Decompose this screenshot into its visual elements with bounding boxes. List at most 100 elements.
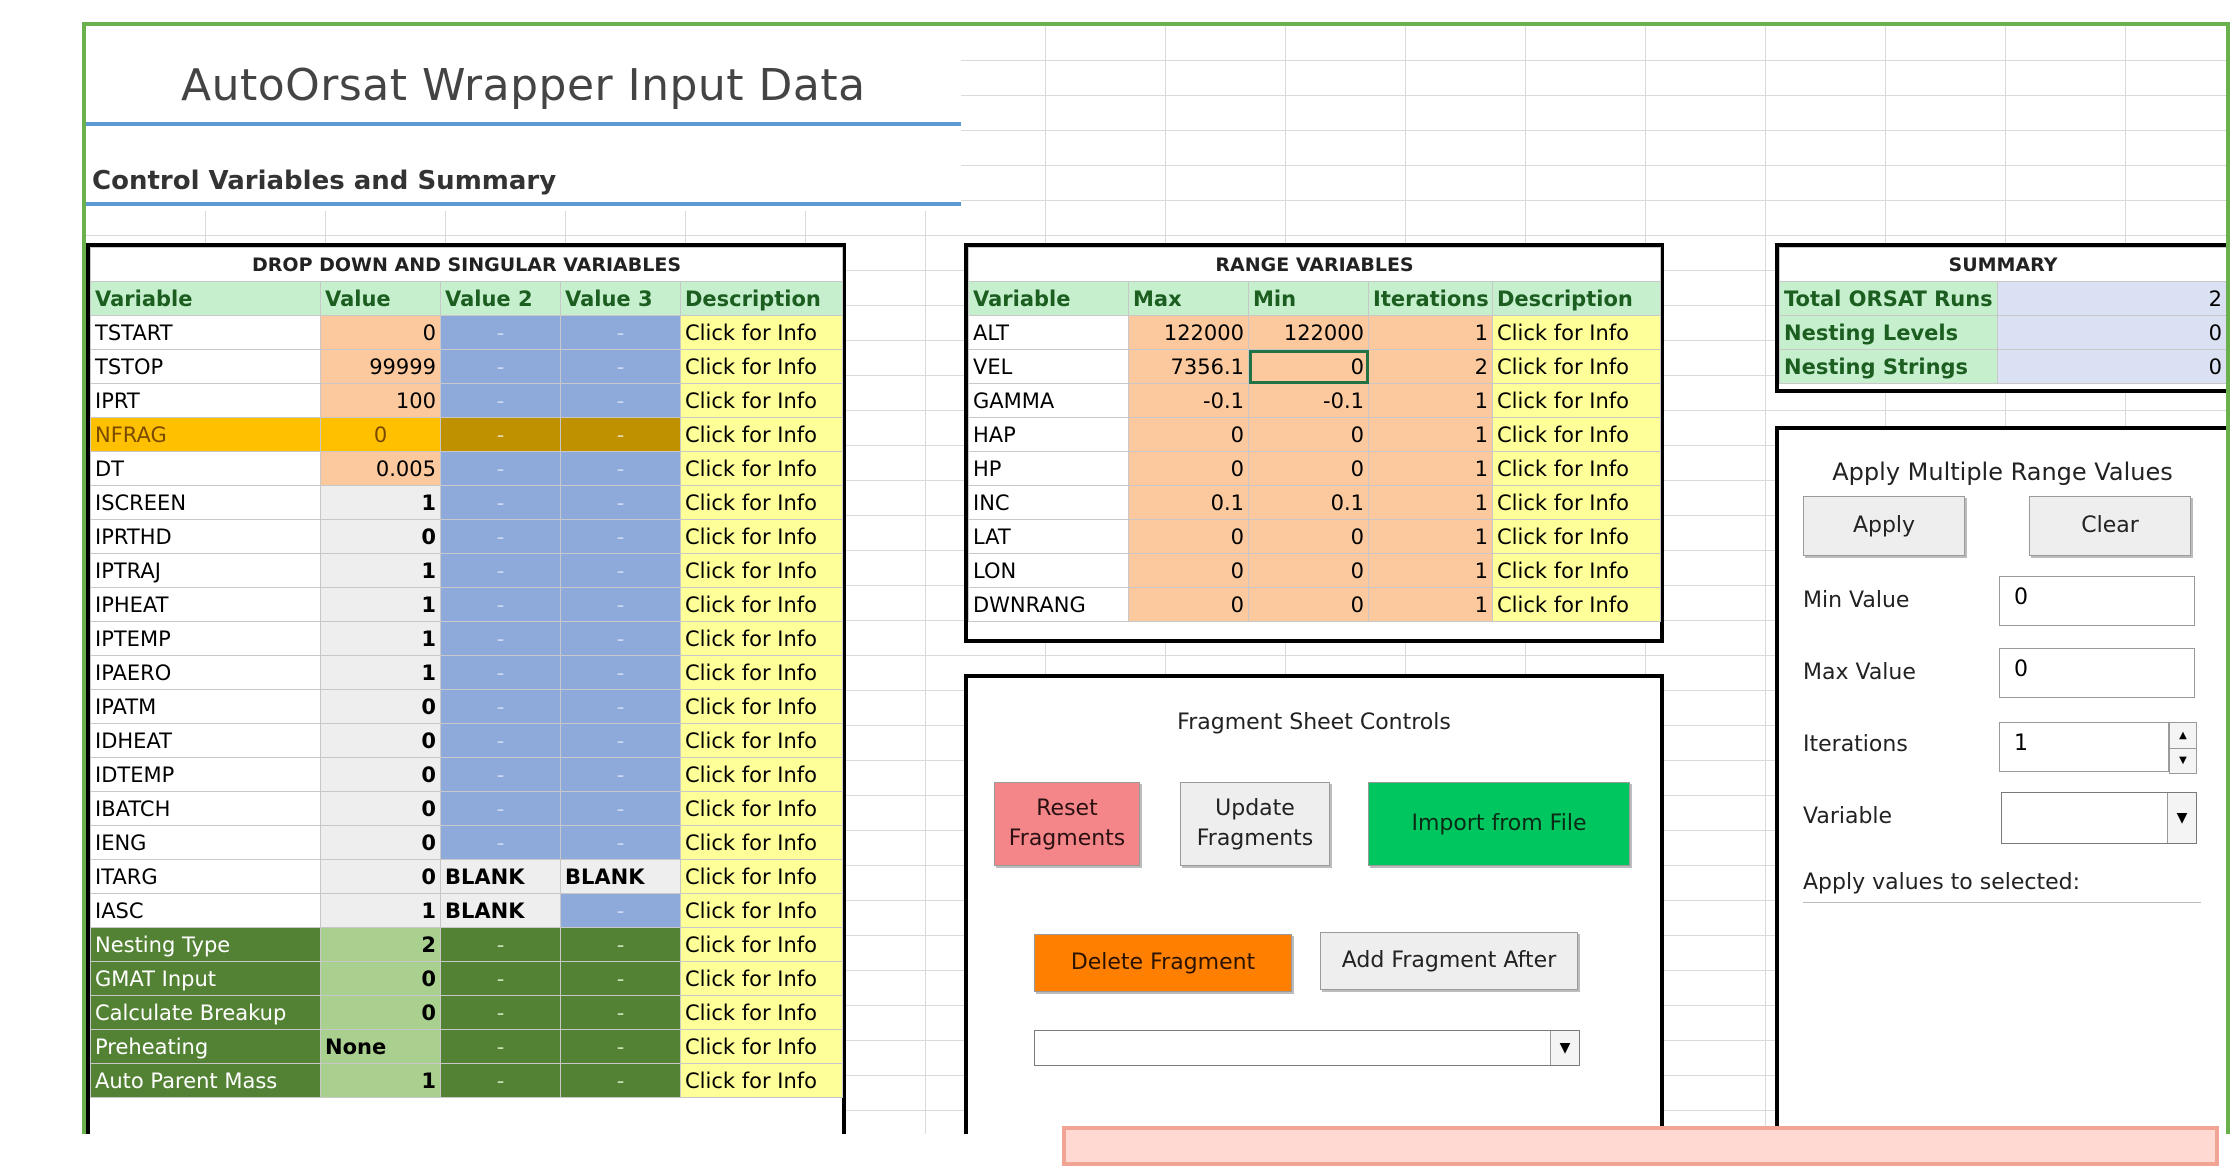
range-max-cell[interactable]: -0.1 bbox=[1128, 383, 1249, 418]
fragment-select[interactable]: ▼ bbox=[1034, 1030, 1580, 1066]
variable-v3-cell[interactable]: - bbox=[560, 655, 681, 690]
click-for-info-link[interactable]: Click for Info bbox=[679, 349, 844, 384]
click-for-info-link[interactable]: Click for Info bbox=[679, 621, 844, 656]
range-iterations-cell[interactable]: 1 bbox=[1368, 485, 1493, 520]
variable-value-cell[interactable]: 0 bbox=[320, 315, 441, 350]
click-for-info-link[interactable]: Click for Info bbox=[679, 485, 844, 520]
click-for-info-link[interactable]: Click for Info bbox=[679, 825, 844, 860]
import-from-file-button[interactable]: Import from File bbox=[1368, 782, 1630, 866]
variable-v2-cell[interactable]: - bbox=[440, 519, 561, 554]
variable-v2-cell[interactable]: BLANK bbox=[440, 859, 561, 894]
variable-v2-cell[interactable]: BLANK bbox=[440, 893, 561, 928]
clear-button[interactable]: Clear bbox=[2029, 496, 2191, 556]
click-for-info-link[interactable]: Click for Info bbox=[679, 587, 844, 622]
variable-v2-cell[interactable]: - bbox=[440, 349, 561, 384]
variable-value-cell[interactable]: 1 bbox=[320, 621, 441, 656]
variable-v3-cell[interactable]: - bbox=[560, 689, 681, 724]
selected-variables-list[interactable] bbox=[1803, 902, 2201, 1089]
variable-value-cell[interactable]: 0 bbox=[320, 791, 441, 826]
variable-v2-cell[interactable]: - bbox=[440, 689, 561, 724]
click-for-info-link[interactable]: Click for Info bbox=[679, 553, 844, 588]
click-for-info-link[interactable]: Click for Info bbox=[679, 893, 844, 928]
variable-value-cell[interactable]: 1 bbox=[320, 655, 441, 690]
variable-v3-cell[interactable]: - bbox=[560, 1029, 681, 1064]
click-for-info-link[interactable]: Click for Info bbox=[679, 723, 844, 758]
max-value-input[interactable]: 0 bbox=[1999, 648, 2195, 698]
variable-value-cell[interactable]: 0 bbox=[320, 757, 441, 792]
variable-value-cell[interactable]: 1 bbox=[320, 553, 441, 588]
click-for-info-link[interactable]: Click for Info bbox=[679, 859, 844, 894]
variable-value-cell[interactable]: 0 bbox=[320, 417, 441, 452]
range-min-cell[interactable]: 0 bbox=[1248, 417, 1369, 452]
click-for-info-link[interactable]: Click for Info bbox=[679, 1063, 844, 1098]
range-max-cell[interactable]: 0 bbox=[1128, 519, 1249, 554]
range-max-cell[interactable]: 0 bbox=[1128, 553, 1249, 588]
click-for-info-link[interactable]: Click for Info bbox=[1491, 383, 1662, 418]
range-iterations-cell[interactable]: 1 bbox=[1368, 587, 1493, 622]
range-max-cell[interactable]: 0 bbox=[1128, 451, 1249, 486]
variable-v3-cell[interactable]: - bbox=[560, 383, 681, 418]
range-max-cell[interactable]: 122000 bbox=[1128, 315, 1249, 350]
variable-v2-cell[interactable]: - bbox=[440, 961, 561, 996]
variable-v3-cell[interactable]: BLANK bbox=[560, 859, 681, 894]
variable-v2-cell[interactable]: - bbox=[440, 655, 561, 690]
range-min-cell[interactable]: 122000 bbox=[1248, 315, 1369, 350]
click-for-info-link[interactable]: Click for Info bbox=[679, 689, 844, 724]
range-max-cell[interactable]: 7356.1 bbox=[1128, 349, 1249, 384]
chevron-down-icon[interactable]: ▼ bbox=[1550, 1031, 1579, 1065]
apply-button[interactable]: Apply bbox=[1803, 496, 1965, 556]
variable-v3-cell[interactable]: - bbox=[560, 553, 681, 588]
click-for-info-link[interactable]: Click for Info bbox=[1491, 315, 1662, 350]
variable-v3-cell[interactable]: - bbox=[560, 587, 681, 622]
range-min-cell[interactable]: -0.1 bbox=[1248, 383, 1369, 418]
click-for-info-link[interactable]: Click for Info bbox=[679, 995, 844, 1030]
variable-v2-cell[interactable]: - bbox=[440, 315, 561, 350]
variable-v3-cell[interactable]: - bbox=[560, 893, 681, 928]
click-for-info-link[interactable]: Click for Info bbox=[679, 961, 844, 996]
variable-v2-cell[interactable]: - bbox=[440, 825, 561, 860]
variable-value-cell[interactable]: 0 bbox=[320, 689, 441, 724]
variable-value-cell[interactable]: 0 bbox=[320, 961, 441, 996]
range-min-cell[interactable]: 0 bbox=[1248, 519, 1369, 554]
variable-value-cell[interactable]: 0 bbox=[320, 723, 441, 758]
variable-v2-cell[interactable]: - bbox=[440, 383, 561, 418]
range-iterations-cell[interactable]: 1 bbox=[1368, 553, 1493, 588]
variable-value-cell[interactable]: 1 bbox=[320, 587, 441, 622]
add-fragment-after-button[interactable]: Add Fragment After bbox=[1320, 932, 1578, 990]
variable-value-cell[interactable]: 1 bbox=[320, 893, 441, 928]
click-for-info-link[interactable]: Click for Info bbox=[679, 417, 844, 452]
range-max-cell[interactable]: 0.1 bbox=[1128, 485, 1249, 520]
variable-value-cell[interactable]: 0 bbox=[320, 825, 441, 860]
variable-v3-cell[interactable]: - bbox=[560, 315, 681, 350]
variable-v2-cell[interactable]: - bbox=[440, 553, 561, 588]
range-min-cell[interactable]: 0 bbox=[1248, 553, 1369, 588]
variable-v3-cell[interactable]: - bbox=[560, 757, 681, 792]
chevron-down-icon[interactable]: ▼ bbox=[2167, 793, 2196, 843]
click-for-info-link[interactable]: Click for Info bbox=[1491, 553, 1662, 588]
variable-v3-cell[interactable]: - bbox=[560, 927, 681, 962]
click-for-info-link[interactable]: Click for Info bbox=[1491, 485, 1662, 520]
variable-v2-cell[interactable]: - bbox=[440, 621, 561, 656]
variable-select[interactable]: ▼ bbox=[2001, 792, 2197, 844]
range-min-cell[interactable]: 0 bbox=[1248, 349, 1369, 384]
range-iterations-cell[interactable]: 2 bbox=[1368, 349, 1493, 384]
spin-down-icon[interactable]: ▼ bbox=[2170, 747, 2196, 774]
variable-v3-cell[interactable]: - bbox=[560, 723, 681, 758]
variable-v3-cell[interactable]: - bbox=[560, 417, 681, 452]
range-min-cell[interactable]: 0 bbox=[1248, 587, 1369, 622]
update-fragments-button[interactable]: Update Fragments bbox=[1180, 782, 1330, 866]
variable-value-cell[interactable]: None bbox=[320, 1029, 441, 1064]
variable-v2-cell[interactable]: - bbox=[440, 757, 561, 792]
variable-value-cell[interactable]: 1 bbox=[320, 485, 441, 520]
click-for-info-link[interactable]: Click for Info bbox=[679, 655, 844, 690]
variable-v2-cell[interactable]: - bbox=[440, 451, 561, 486]
iterations-spinner[interactable]: ▲ ▼ bbox=[2169, 722, 2197, 774]
variable-value-cell[interactable]: 1 bbox=[320, 1063, 441, 1098]
variable-value-cell[interactable]: 100 bbox=[320, 383, 441, 418]
variable-v2-cell[interactable]: - bbox=[440, 791, 561, 826]
variable-v3-cell[interactable]: - bbox=[560, 451, 681, 486]
click-for-info-link[interactable]: Click for Info bbox=[679, 927, 844, 962]
range-iterations-cell[interactable]: 1 bbox=[1368, 315, 1493, 350]
iterations-input[interactable]: 1 bbox=[1999, 722, 2169, 772]
variable-v2-cell[interactable]: - bbox=[440, 485, 561, 520]
